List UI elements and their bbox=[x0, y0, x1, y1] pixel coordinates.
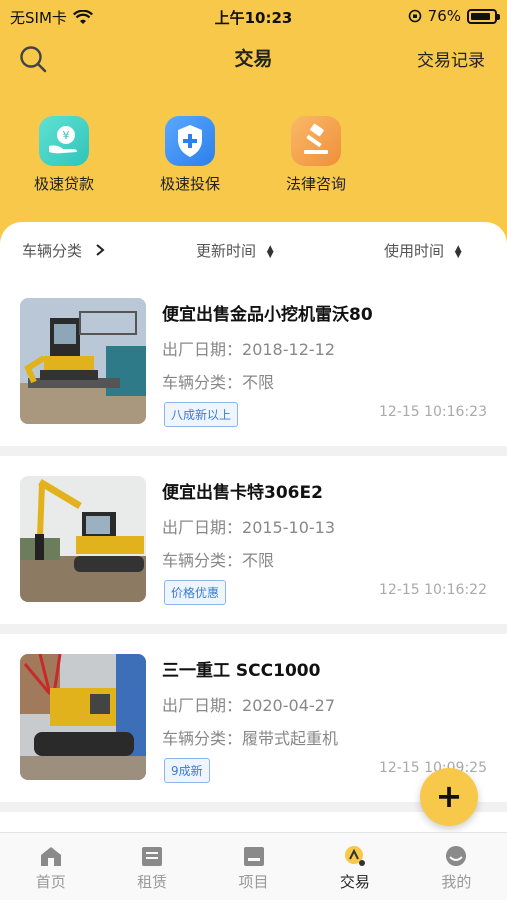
quick-action-loan[interactable]: ¥ 极速贷款 bbox=[4, 116, 124, 194]
listing-time: 12-15 10:16:23 bbox=[378, 404, 487, 420]
listing-image bbox=[20, 298, 146, 424]
category-filter[interactable]: 车辆分类 bbox=[22, 240, 105, 261]
listing-sheet: 车辆分类 更新时间 ▲ ▼ 使用时间 ▲ ▼ 便宜出售金品小挖机雷沃80 出厂日… bbox=[0, 222, 507, 832]
profile-icon bbox=[444, 845, 468, 867]
tab-project[interactable]: 项目 bbox=[203, 833, 304, 900]
quick-action-legal[interactable]: 法律咨询 bbox=[256, 116, 376, 194]
vehicle-category: 车辆分类：不限 bbox=[162, 373, 275, 392]
trade-records-link[interactable]: 交易记录 bbox=[417, 46, 485, 71]
orientation-lock-icon bbox=[408, 9, 421, 23]
sort-arrows-icon: ▲ ▼ bbox=[266, 243, 274, 260]
listing-time: 12-15 10:16:22 bbox=[378, 582, 487, 598]
add-listing-button[interactable]: + bbox=[420, 768, 478, 826]
vehicle-category: 车辆分类：履带式起重机 bbox=[162, 729, 339, 748]
nav-bar: 交易 交易记录 bbox=[0, 38, 507, 78]
manufacture-date: 出厂日期：2020-04-27 bbox=[162, 696, 335, 715]
divider bbox=[0, 446, 507, 456]
tab-profile[interactable]: 我的 bbox=[406, 833, 507, 900]
rent-icon bbox=[140, 845, 164, 867]
legal-gavel-icon bbox=[291, 116, 341, 166]
listing-card[interactable]: 便宜出售金品小挖机雷沃80 出厂日期：2018-12-12 车辆分类：不限 八成… bbox=[0, 278, 507, 446]
listing-title: 便宜出售金品小挖机雷沃80 bbox=[162, 305, 373, 325]
trade-icon bbox=[343, 845, 367, 867]
condition-tag: 八成新以上 bbox=[164, 402, 239, 427]
battery-icon bbox=[467, 8, 500, 24]
status-bar: 无SIM卡 上午10:23 76% bbox=[0, 0, 507, 32]
tab-home[interactable]: 首页 bbox=[0, 833, 101, 900]
sort-use-time[interactable]: 使用时间 ▲ ▼ bbox=[384, 240, 462, 261]
listing-title: 便宜出售卡特306E2 bbox=[162, 483, 323, 503]
divider bbox=[0, 624, 507, 634]
tab-trade[interactable]: 交易 bbox=[304, 833, 405, 900]
quick-action-label: 法律咨询 bbox=[285, 175, 346, 193]
home-icon bbox=[39, 845, 63, 867]
tab-bar: 首页 租赁 项目 交易 我的 bbox=[0, 832, 507, 900]
condition-tag: 9成新 bbox=[164, 758, 210, 783]
svg-text:¥: ¥ bbox=[63, 129, 70, 142]
quick-action-label: 极速贷款 bbox=[33, 175, 94, 193]
manufacture-date: 出厂日期：2018-12-12 bbox=[162, 340, 335, 359]
sort-arrows-icon: ▲ ▼ bbox=[454, 243, 462, 260]
sort-update-time[interactable]: 更新时间 ▲ ▼ bbox=[196, 240, 274, 261]
plus-icon: + bbox=[435, 777, 463, 815]
condition-tag: 价格优惠 bbox=[164, 580, 227, 605]
filter-bar: 车辆分类 更新时间 ▲ ▼ 使用时间 ▲ ▼ bbox=[0, 240, 507, 264]
loan-icon: ¥ bbox=[39, 116, 89, 166]
listing-image bbox=[20, 476, 146, 602]
listing-card[interactable]: 便宜出售卡特306E2 出厂日期：2015-10-13 车辆分类：不限 价格优惠… bbox=[0, 456, 507, 624]
chevron-right-icon bbox=[96, 244, 105, 256]
battery-percent: 76% bbox=[427, 7, 461, 25]
insurance-shield-icon bbox=[165, 116, 215, 166]
manufacture-date: 出厂日期：2015-10-13 bbox=[162, 518, 335, 537]
listing-title: 三一重工 SCC1000 bbox=[162, 661, 321, 681]
tab-rent[interactable]: 租赁 bbox=[101, 833, 202, 900]
quick-action-insurance[interactable]: 极速投保 bbox=[130, 116, 250, 194]
quick-action-label: 极速投保 bbox=[159, 175, 220, 193]
vehicle-category: 车辆分类：不限 bbox=[162, 551, 275, 570]
project-icon bbox=[242, 845, 266, 867]
listing-image bbox=[20, 654, 146, 780]
